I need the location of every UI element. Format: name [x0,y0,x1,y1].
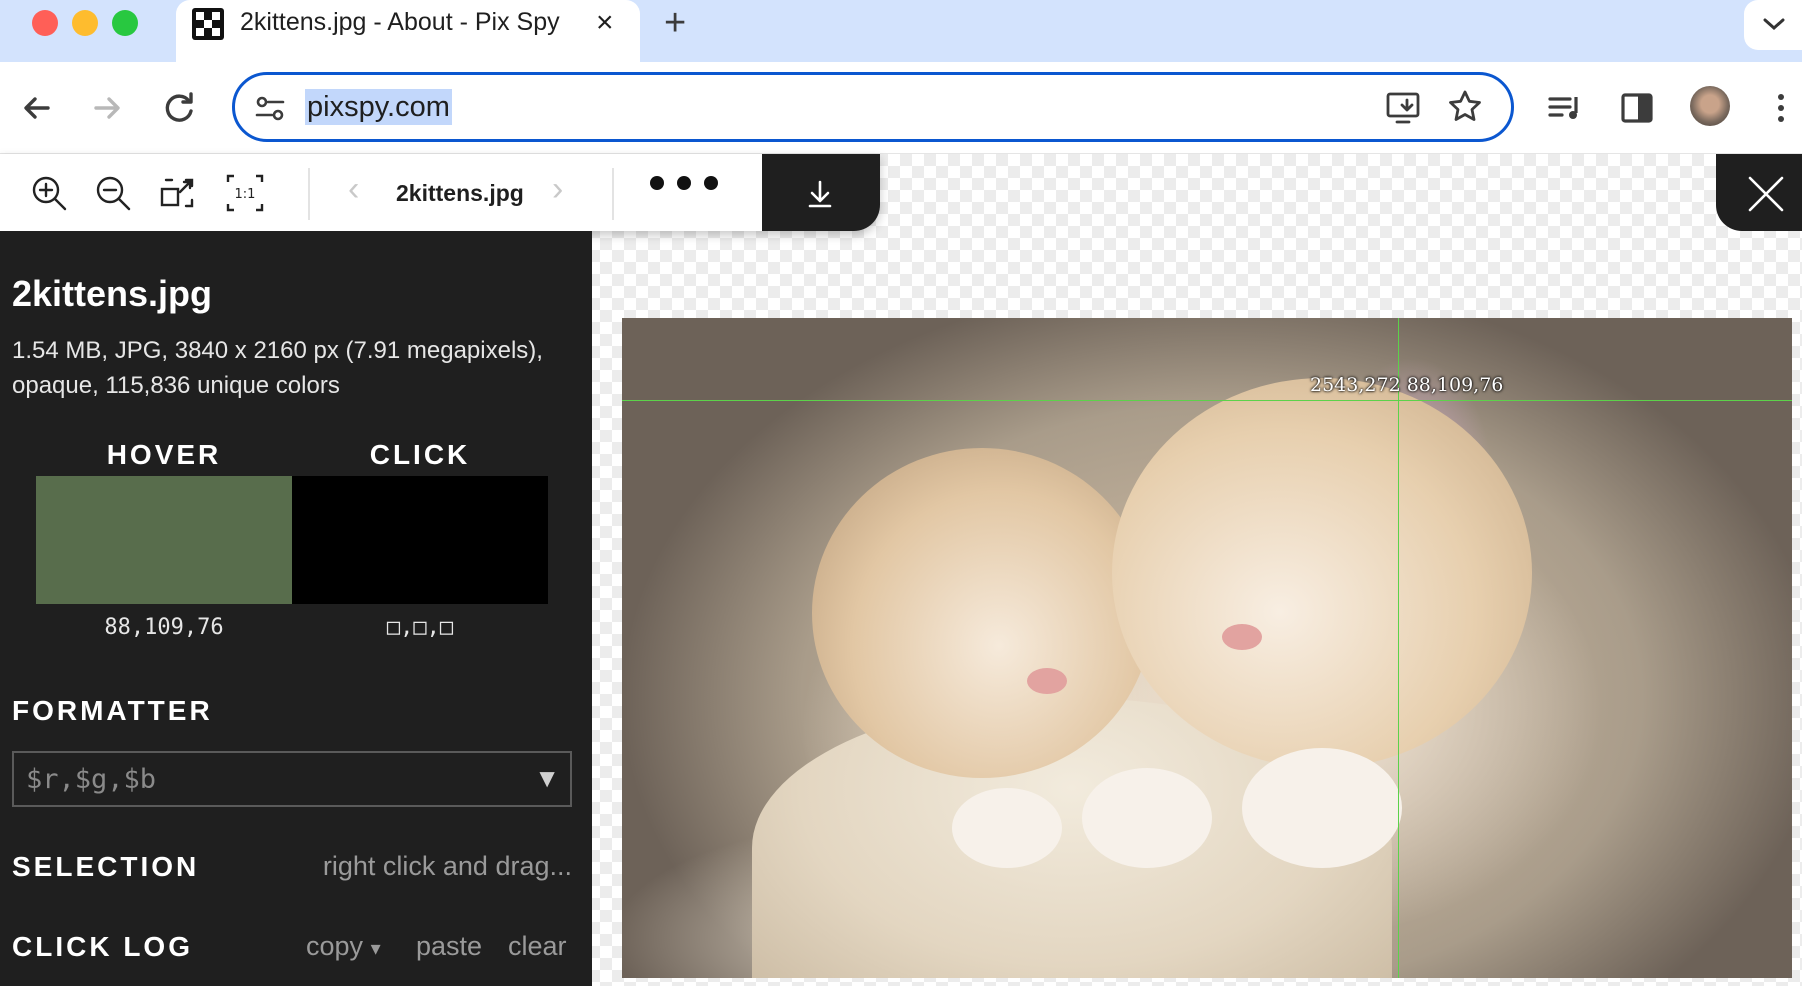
bookmark-star-icon[interactable] [1447,89,1483,125]
window-minimize-button[interactable] [72,10,98,36]
window-close-button[interactable] [32,10,58,36]
click-log-clear-button[interactable]: clear [508,931,567,962]
crosshair-horizontal [622,400,1792,401]
more-icon[interactable] [650,176,731,195]
browser-toolbar: pixspy.com [0,62,1802,154]
selection-heading: SELECTION [12,851,200,882]
image-kitten-right [1112,378,1532,768]
crosshair-vertical [1398,318,1399,978]
tab-close-icon[interactable]: × [596,6,614,40]
image-metadata: 1.54 MB, JPG, 3840 x 2160 px (7.91 megap… [12,337,543,399]
hover-color-swatch [36,476,292,604]
fit-to-screen-icon[interactable] [158,172,200,214]
tab-title: 2kittens.jpg - About - Pix Spy [240,8,560,36]
click-heading: CLICK [369,439,471,470]
viewer-toolbar: 1:1 ‹ 2kittens.jpg › [0,154,880,231]
close-icon [1748,176,1784,212]
toolbar-divider [308,168,310,220]
click-log-heading: CLICK LOG [12,931,193,962]
new-tab-button[interactable]: + [664,2,686,45]
hover-heading: HOVER [106,439,222,470]
hover-color-value: 88,109,76 [104,615,224,640]
copy-label: copy [306,931,364,961]
close-viewer-button[interactable] [1716,154,1802,231]
image-kitten-nose-right [1222,624,1262,650]
window-maximize-button[interactable] [112,10,138,36]
click-log-paste-button[interactable]: paste [416,931,482,962]
profile-avatar[interactable] [1690,86,1730,126]
image-title: 2kittens.jpg [12,273,213,314]
image-paw [1082,768,1212,868]
download-button[interactable] [762,154,880,231]
more-menu-icon[interactable] [1760,87,1802,129]
browser-tab-active[interactable]: 2kittens.jpg - About - Pix Spy × [176,0,640,62]
selection-hint: right click and drag... [322,851,572,881]
address-bar[interactable]: pixspy.com [232,72,1514,142]
url-text[interactable]: pixspy.com [305,89,452,125]
previous-image-button[interactable]: ‹ [348,170,359,209]
click-color-value: □,□,□ [386,615,454,640]
back-icon[interactable] [16,87,58,129]
image-kitten-nose-left [1027,668,1067,694]
next-image-button[interactable]: › [552,170,563,209]
cursor-readout: 2543,272 88,109,76 [1310,374,1504,396]
chevron-down-icon [1763,18,1785,31]
image-canvas[interactable] [622,318,1792,978]
side-panel-icon[interactable] [1616,87,1658,129]
toolbar-divider [612,168,614,220]
click-color-swatch [292,476,548,604]
pixspy-favicon-icon [192,8,224,40]
info-sidebar: 2kittens.jpg 1.54 MB, JPG, 3840 x 2160 p… [0,231,592,986]
formatter-value: $r,$g,$b [26,764,157,795]
actual-size-icon[interactable]: 1:1 [224,172,266,214]
click-log-copy-button[interactable]: copy ▾ [306,931,381,962]
site-settings-icon[interactable] [253,91,287,125]
formatter-heading: FORMATTER [12,695,213,726]
image-paw [952,788,1062,868]
tab-search-button[interactable] [1744,0,1802,50]
dropdown-arrow-icon: ▼ [534,763,560,793]
formatter-select[interactable]: $r,$g,$b ▼ [12,751,572,807]
image-paw [1242,748,1402,868]
svg-text:1:1: 1:1 [235,187,256,202]
forward-icon[interactable] [86,87,128,129]
install-app-icon[interactable] [1385,90,1423,126]
zoom-out-icon[interactable] [92,172,134,214]
copy-dropdown-icon: ▾ [370,938,381,960]
media-control-icon[interactable] [1544,87,1586,129]
zoom-in-icon[interactable] [28,172,70,214]
download-icon [808,180,832,208]
current-filename: 2kittens.jpg [396,180,524,206]
reload-icon[interactable] [158,87,200,129]
browser-tabstrip: 2kittens.jpg - About - Pix Spy × + [0,0,1802,62]
image-kitten-left [812,448,1152,778]
